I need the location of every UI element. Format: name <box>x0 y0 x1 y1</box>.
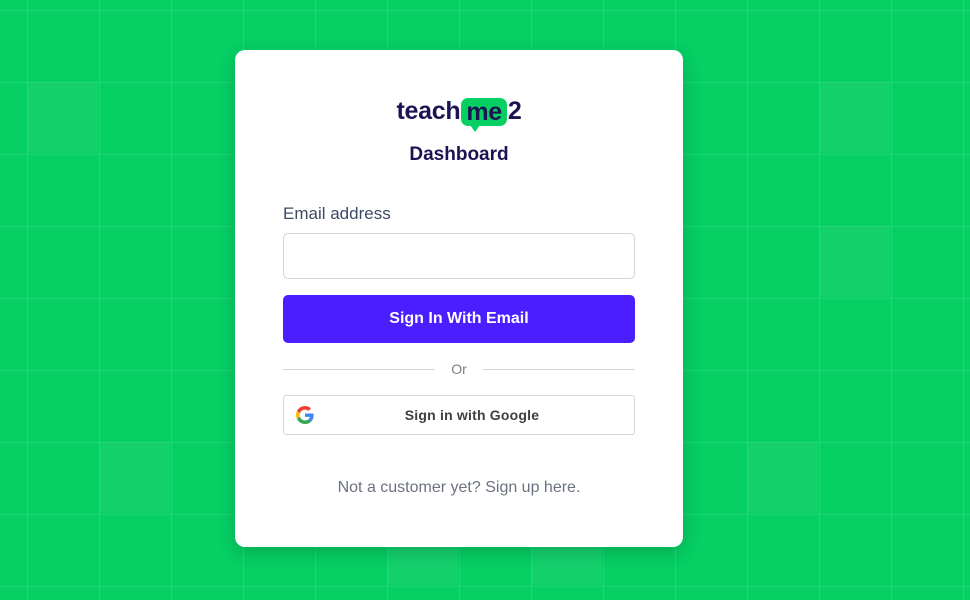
divider-line-left <box>283 368 436 370</box>
google-button-label: Sign in with Google <box>404 407 540 423</box>
logo-speech-bubble: me <box>461 97 507 132</box>
divider-line-right <box>482 368 635 370</box>
login-card: teach me 2 Dashboard Email address Sign … <box>235 50 683 547</box>
sign-up-link[interactable]: Not a customer yet? Sign up here. <box>235 479 683 497</box>
email-field[interactable] <box>283 233 635 279</box>
email-label: Email address <box>283 204 391 223</box>
sign-in-email-button[interactable]: Sign In With Email <box>283 295 635 343</box>
or-divider: Or <box>283 359 635 379</box>
page-subtitle: Dashboard <box>409 144 509 165</box>
logo-text-prefix: teach <box>396 97 461 125</box>
background-tile <box>27 82 98 153</box>
background-tile <box>819 82 890 153</box>
background-tile <box>819 226 890 297</box>
logo-text-suffix: 2 <box>507 97 522 125</box>
background-tile <box>99 442 170 513</box>
brand-logo: teach me 2 <box>235 97 683 132</box>
divider-text: Or <box>451 361 467 377</box>
background-tile <box>747 442 818 513</box>
google-sign-in-button[interactable]: Sign in with Google <box>283 395 635 435</box>
